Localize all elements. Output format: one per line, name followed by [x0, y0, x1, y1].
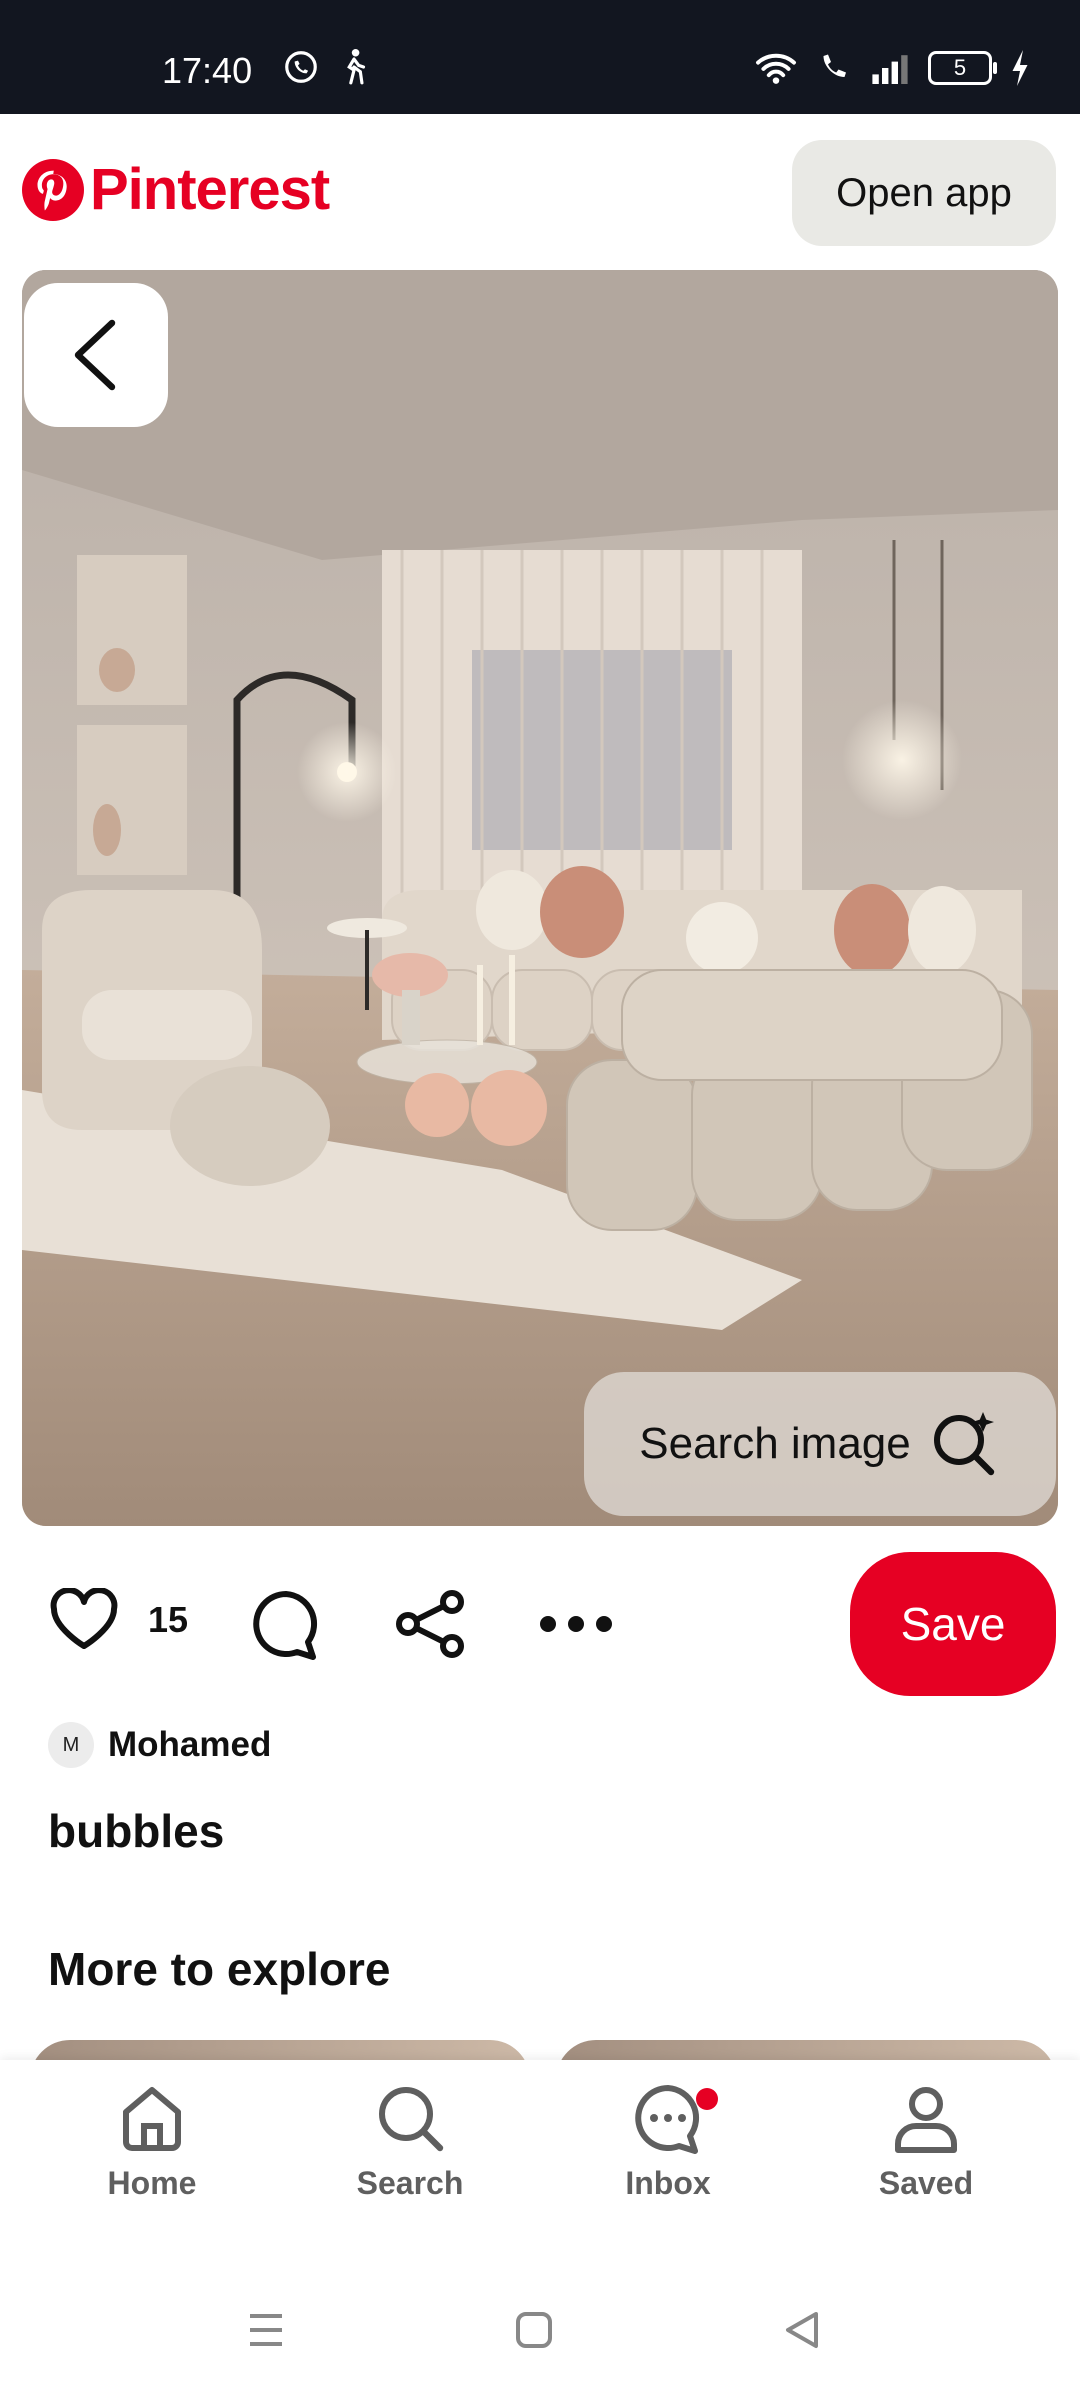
pinterest-logo-icon [22, 158, 84, 221]
nav-search-label: Search [356, 2165, 464, 2201]
living-room-image [22, 270, 1058, 1526]
comment-icon [253, 1591, 317, 1660]
nav-inbox-label: Inbox [625, 2165, 711, 2201]
status-left-icons [282, 48, 368, 86]
inbox-icon [635, 2085, 699, 2154]
whatsapp-icon [285, 51, 317, 83]
logo-text: Pinterest [90, 157, 330, 222]
profile-icon [895, 2087, 957, 2153]
status-bar: 17:40 5 [0, 0, 1080, 114]
walking-icon [347, 48, 366, 85]
more-to-explore-title: More to explore [48, 1943, 391, 1995]
heart-icon [50, 1588, 118, 1649]
header: Pinterest Open app [0, 114, 1080, 270]
pin-actions: 15 Save [0, 1552, 1080, 1696]
status-right-icons: 5 [754, 50, 1030, 86]
like-action[interactable]: 15 [48, 1588, 188, 1652]
back-nav-icon[interactable] [780, 2308, 824, 2352]
home-button-icon[interactable] [512, 2308, 556, 2352]
signal-icon [872, 55, 908, 84]
wifi-icon [756, 53, 796, 84]
search-image-label: Search image [639, 1419, 911, 1468]
share-icon [396, 1590, 464, 1658]
save-button[interactable]: Save [850, 1552, 1056, 1696]
comment-action[interactable] [250, 1588, 322, 1660]
system-navigation-bar [0, 2260, 1080, 2400]
visual-search-icon [933, 1412, 994, 1476]
open-app-button[interactable]: Open app [792, 140, 1056, 246]
bottom-navigation: Home Search Inbox Saved [0, 2060, 1080, 2260]
avatar: M [48, 1722, 94, 1768]
pinterest-logo[interactable]: Pinterest [22, 156, 330, 223]
nav-saved[interactable]: Saved [826, 2082, 1026, 2202]
share-action[interactable] [394, 1588, 466, 1660]
nav-inbox[interactable]: Inbox [568, 2082, 768, 2202]
back-button[interactable] [24, 283, 168, 427]
pin-author[interactable]: M Mohamed [48, 1722, 271, 1768]
inbox-notification-badge [696, 2088, 718, 2110]
chevron-left-icon [74, 319, 116, 391]
like-count: 15 [148, 1599, 189, 1640]
author-name: Mohamed [108, 1725, 272, 1764]
nav-saved-label: Saved [878, 2165, 974, 2201]
search-icon [379, 2087, 444, 2152]
pin-title: bubbles [48, 1805, 225, 1857]
recent-apps-icon[interactable] [244, 2308, 288, 2352]
nav-home[interactable]: Home [52, 2082, 252, 2202]
home-icon [123, 2087, 181, 2151]
nav-search[interactable]: Search [310, 2082, 510, 2202]
wifi-call-icon [823, 54, 846, 77]
pin-image[interactable] [22, 270, 1058, 1526]
battery-indicator: 5 [928, 51, 997, 85]
nav-home-label: Home [107, 2165, 197, 2201]
status-time: 17:40 [162, 50, 253, 91]
more-options-action[interactable] [536, 1588, 616, 1660]
charging-icon [1012, 50, 1028, 86]
search-image-button[interactable]: Search image [584, 1372, 1056, 1516]
more-options-icon [540, 1616, 612, 1632]
